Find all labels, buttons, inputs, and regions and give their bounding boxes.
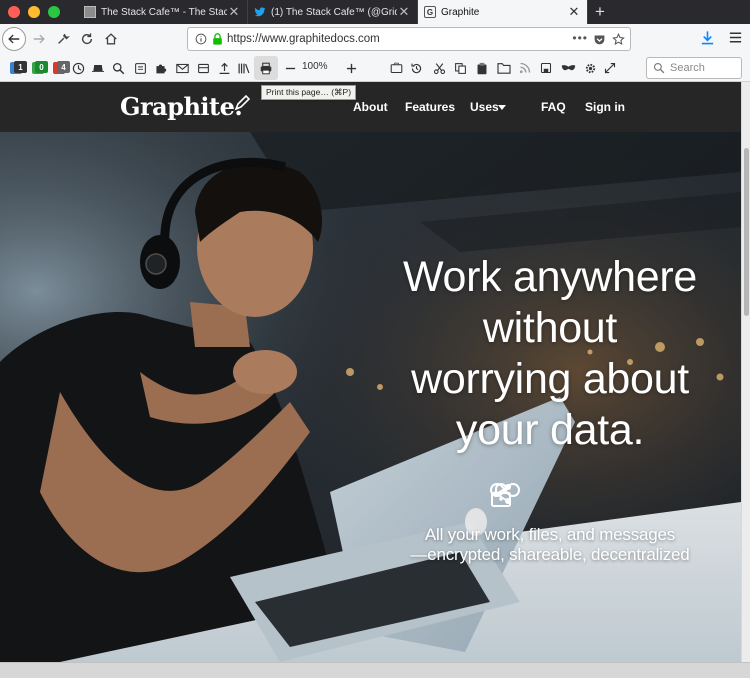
address-bar[interactable]: https://www.graphitedocs.com •••	[187, 27, 631, 51]
twitter-bird-icon	[254, 7, 266, 17]
site-header: Graphite. About Features Uses FAQ Sign i…	[0, 82, 741, 132]
pencil-icon	[234, 94, 251, 111]
screenshot-icon[interactable]	[388, 60, 404, 76]
downloads-button[interactable]	[700, 30, 715, 48]
zoom-out-button[interactable]	[282, 60, 298, 76]
hero-subheading: All your work, files, and messages —encr…	[410, 525, 690, 564]
history-icon[interactable]	[408, 60, 424, 76]
notification-badge: 4	[57, 61, 70, 73]
search-icon	[653, 62, 665, 74]
cut-icon[interactable]	[431, 60, 447, 76]
upload-icon[interactable]	[216, 60, 232, 76]
tab-strip: The Stack Cafe™ - The Stack C ✕ (1) The …	[0, 0, 750, 24]
tab-close-icon[interactable]: ✕	[397, 4, 411, 20]
mail-icon[interactable]	[174, 60, 190, 76]
minimize-window-button[interactable]	[28, 6, 40, 18]
home-button[interactable]	[102, 30, 120, 48]
arrow-left-icon	[8, 34, 20, 44]
save-page-icon[interactable]	[538, 60, 554, 76]
folder-icon[interactable]	[496, 60, 512, 76]
back-button[interactable]	[2, 27, 26, 51]
graphite-logo[interactable]: Graphite.	[120, 92, 251, 121]
puzzle-icon[interactable]	[152, 60, 168, 76]
url-text[interactable]: https://www.graphitedocs.com	[227, 33, 380, 45]
zoom-in-button[interactable]	[343, 60, 359, 76]
nav-features-link[interactable]: Features	[405, 100, 455, 114]
tab-twitter[interactable]: (1) The Stack Cafe™ (@Grid_di ✕	[248, 0, 418, 24]
notification-badge: 0	[35, 61, 48, 73]
settings-gear-icon[interactable]	[582, 60, 598, 76]
hero-section: Work anywhere without worrying about you…	[0, 132, 741, 662]
copy-icon[interactable]	[452, 60, 468, 76]
nav-faq-link[interactable]: FAQ	[541, 100, 566, 114]
window-bottom-edge	[0, 662, 750, 678]
nav-signin-link[interactable]: Sign in	[585, 100, 625, 114]
page-favicon-icon	[84, 6, 96, 18]
bookmark-star-icon[interactable]	[612, 33, 625, 46]
bookmarks-extensions-toolbar: 1 0 4 100% Search	[0, 54, 750, 82]
share-icon	[493, 482, 564, 508]
hero-headline: Work anywhere without worrying about you…	[402, 253, 698, 454]
magnifier-icon[interactable]	[110, 60, 126, 76]
forward-button[interactable]	[30, 30, 48, 48]
scrollbar-thumb[interactable]	[744, 148, 749, 316]
customize-button[interactable]	[54, 30, 72, 48]
notification-badge: 1	[14, 61, 27, 73]
arrow-right-icon	[33, 34, 45, 44]
nav-uses-link[interactable]: Uses	[470, 100, 499, 114]
graphite-favicon-icon: G	[424, 6, 436, 18]
search-input[interactable]: Search	[646, 57, 742, 79]
web-page-viewport: Graphite. About Features Uses FAQ Sign i…	[0, 82, 741, 662]
info-icon[interactable]	[195, 33, 207, 45]
download-arrow-icon	[701, 31, 714, 45]
padlock-secure-icon[interactable]	[212, 33, 223, 45]
reload-button[interactable]	[78, 30, 96, 48]
wrench-icon	[58, 33, 70, 44]
tab-graphite[interactable]: G Graphite ✕	[418, 0, 588, 24]
mask-icon[interactable]	[560, 60, 576, 76]
feature-icons-row	[490, 482, 612, 508]
hat-icon[interactable]	[90, 60, 106, 76]
nav-about-link[interactable]: About	[353, 100, 388, 114]
home-icon	[105, 33, 117, 45]
expand-arrows-icon[interactable]	[602, 60, 618, 76]
new-tab-button[interactable]: +	[588, 0, 612, 24]
reload-icon	[81, 33, 93, 45]
rss-feed-icon[interactable]	[517, 60, 533, 76]
page-scrollbar[interactable]	[741, 82, 750, 662]
tab-stack-cafe[interactable]: The Stack Cafe™ - The Stack C ✕	[78, 0, 248, 24]
tray-icon[interactable]	[195, 60, 211, 76]
paste-icon[interactable]	[474, 60, 490, 76]
zoom-window-button[interactable]	[48, 6, 60, 18]
tab-close-icon[interactable]: ✕	[567, 4, 581, 20]
print-icon[interactable]	[258, 60, 274, 76]
caret-down-icon	[498, 105, 506, 110]
library-icon[interactable]	[236, 60, 252, 76]
navigation-toolbar: https://www.graphitedocs.com •••	[0, 24, 750, 54]
tab-close-icon[interactable]: ✕	[227, 4, 241, 20]
close-window-button[interactable]	[8, 6, 20, 18]
clock-icon[interactable]	[70, 60, 86, 76]
zoom-level[interactable]: 100%	[302, 61, 328, 72]
menu-button[interactable]	[728, 30, 743, 48]
print-tooltip: Print this page… (⌘P)	[261, 85, 357, 100]
search-placeholder: Search	[670, 62, 705, 74]
pocket-icon[interactable]	[593, 33, 606, 46]
reader-icon[interactable]	[132, 60, 148, 76]
window-controls	[0, 0, 78, 24]
hamburger-menu-icon	[729, 32, 742, 43]
infinity-icon	[490, 482, 612, 508]
page-actions-icon[interactable]: •••	[572, 31, 588, 45]
